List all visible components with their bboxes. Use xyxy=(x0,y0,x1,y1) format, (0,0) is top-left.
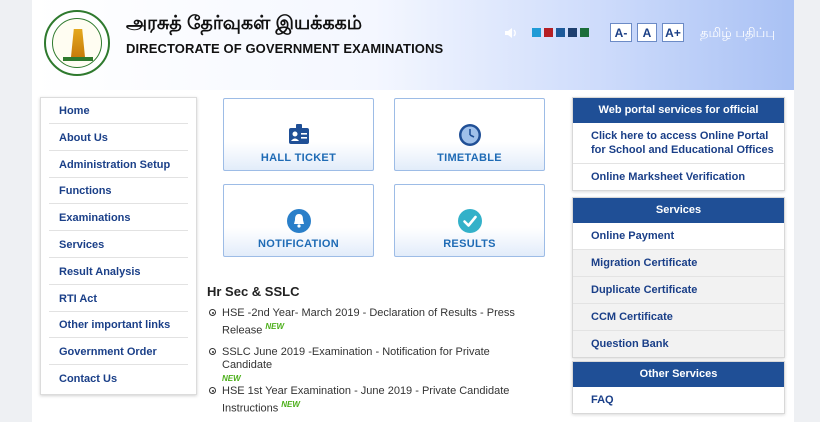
faq-link[interactable]: FAQ xyxy=(573,387,784,413)
check-icon xyxy=(458,209,482,233)
ccm-certificate-link[interactable]: CCM Certificate xyxy=(573,304,784,331)
menu-item-about-us[interactable]: About Us xyxy=(49,125,188,151)
timetable-tile[interactable]: TIMETABLE xyxy=(394,98,545,171)
menu-item-government-order[interactable]: Government Order xyxy=(49,339,188,365)
speaker-icon[interactable] xyxy=(504,26,518,40)
notification-tile[interactable]: NOTIFICATION xyxy=(223,184,374,257)
theme-swatch-red[interactable] xyxy=(544,28,553,37)
site-title-english: DIRECTORATE OF GOVERNMENT EXAMINATIONS xyxy=(126,41,444,56)
online-payment-link[interactable]: Online Payment xyxy=(573,223,784,250)
theme-swatch-light-blue[interactable] xyxy=(532,28,541,37)
theme-color-switcher xyxy=(532,28,589,37)
site-title-tamil: அரசுத் தேர்வுகள் இயக்ககம் xyxy=(126,13,363,34)
news-section-title: Hr Sec & SSLC xyxy=(207,284,300,299)
theme-swatch-green[interactable] xyxy=(580,28,589,37)
new-badge: NEW xyxy=(281,400,300,409)
hall-ticket-tile[interactable]: HALL TICKET xyxy=(223,98,374,171)
timetable-label: TIMETABLE xyxy=(437,152,502,164)
notification-label: NOTIFICATION xyxy=(258,238,339,250)
menu-item-other-important-links[interactable]: Other important links xyxy=(49,312,188,338)
clock-icon xyxy=(459,124,481,146)
site-header: அரசுத் தேர்வுகள் இயக்ககம் DIRECTORATE OF… xyxy=(32,0,794,90)
results-label: RESULTS xyxy=(443,238,496,250)
online-marksheet-verification-link[interactable]: Online Marksheet Verification xyxy=(573,164,784,190)
menu-item-rti-act[interactable]: RTI Act xyxy=(49,286,188,312)
news-item-text[interactable]: SSLC June 2019 -Examination - Notificati… xyxy=(222,346,490,371)
new-badge: NEW xyxy=(222,374,241,383)
menu-item-home[interactable]: Home xyxy=(49,98,188,124)
menu-item-contact-us[interactable]: Contact Us xyxy=(49,366,188,392)
hall-ticket-label: HALL TICKET xyxy=(260,152,337,164)
services-panel-title: Services xyxy=(573,198,784,223)
theme-swatch-navy[interactable] xyxy=(568,28,577,37)
language-toggle-link[interactable]: தமிழ் பதிப்பு xyxy=(700,25,775,42)
emblem-base xyxy=(63,57,93,61)
bell-icon xyxy=(287,209,311,233)
migration-certificate-link[interactable]: Migration Certificate xyxy=(573,250,784,277)
news-item[interactable]: SSLC June 2019 -Examination - Notificati… xyxy=(209,346,549,383)
emblem-inner-ring xyxy=(52,18,102,68)
bullet-icon xyxy=(209,348,216,355)
temple-gopuram-icon xyxy=(71,29,85,57)
news-item[interactable]: HSE -2nd Year- March 2019 - Declaration … xyxy=(209,307,549,337)
bullet-icon xyxy=(209,309,216,316)
services-panel: Services Online Payment Migration Certif… xyxy=(572,197,785,358)
new-badge: NEW xyxy=(265,322,285,331)
menu-item-functions[interactable]: Functions xyxy=(49,178,188,204)
results-tile[interactable]: RESULTS xyxy=(394,184,545,257)
left-navigation-menu: Home About Us Administration Setup Funct… xyxy=(40,97,197,395)
theme-swatch-blue[interactable] xyxy=(556,28,565,37)
other-services-panel-title: Other Services xyxy=(573,362,784,387)
news-item[interactable]: HSE 1st Year Examination - June 2019 - P… xyxy=(209,385,549,415)
online-portal-link[interactable]: Click here to access Online Portal for S… xyxy=(573,123,784,164)
news-item-text[interactable]: HSE 1st Year Examination - June 2019 - P… xyxy=(222,385,509,415)
menu-item-examinations[interactable]: Examinations xyxy=(49,205,188,231)
menu-item-result-analysis[interactable]: Result Analysis xyxy=(49,259,188,285)
id-card-icon xyxy=(289,124,309,144)
other-services-panel: Other Services FAQ xyxy=(572,361,785,414)
font-normal-button[interactable]: A xyxy=(637,23,657,42)
page: அரசுத் தேர்வுகள் இயக்ககம் DIRECTORATE OF… xyxy=(32,0,794,422)
tamil-nadu-emblem-logo[interactable] xyxy=(44,10,110,76)
font-increase-button[interactable]: A+ xyxy=(662,23,684,42)
font-decrease-button[interactable]: A- xyxy=(610,23,632,42)
menu-item-administration-setup[interactable]: Administration Setup xyxy=(49,152,188,178)
official-portal-panel-title: Web portal services for official xyxy=(573,98,784,123)
official-portal-panel: Web portal services for official Click h… xyxy=(572,97,785,191)
question-bank-link[interactable]: Question Bank xyxy=(573,331,784,357)
duplicate-certificate-link[interactable]: Duplicate Certificate xyxy=(573,277,784,304)
bullet-icon xyxy=(209,387,216,394)
menu-item-services[interactable]: Services xyxy=(49,232,188,258)
